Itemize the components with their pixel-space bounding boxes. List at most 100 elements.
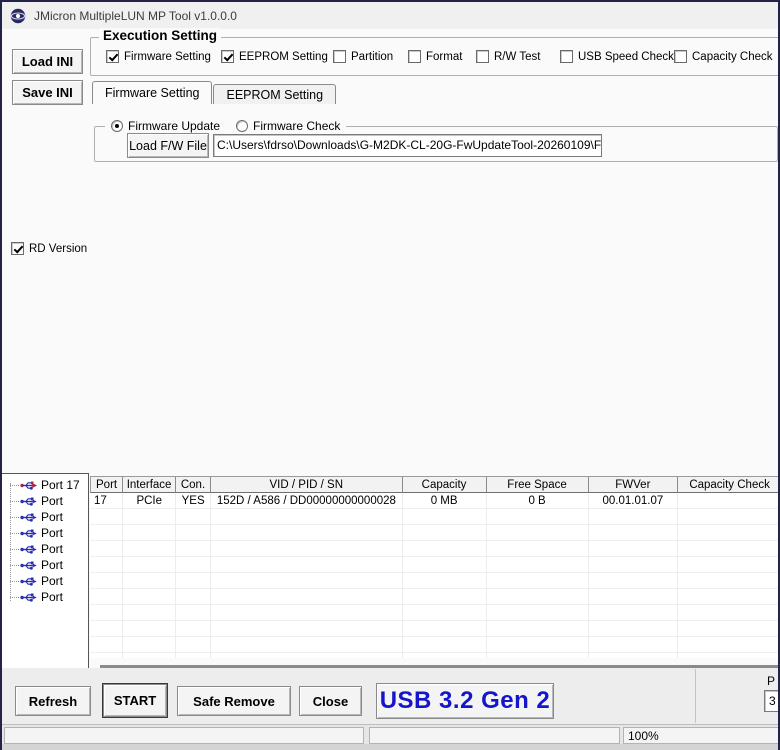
column-header-free-space[interactable]: Free Space xyxy=(487,476,589,493)
checkbox-box[interactable] xyxy=(674,50,687,63)
port-tree-panel: Port 17 Port Port Port Port xyxy=(2,473,89,680)
checkbox-rw-test[interactable]: R/W Test xyxy=(476,50,540,63)
usb-port-icon xyxy=(20,480,38,491)
table-row[interactable]: 17 PCIe YES 152D / A586 / DD000000000000… xyxy=(90,493,780,509)
rd-version-label: RD Version xyxy=(29,243,87,255)
cell-fwver: 00.01.01.07 xyxy=(589,493,679,509)
usb-port-icon xyxy=(20,496,38,507)
footer-divider xyxy=(695,669,696,723)
table-empty-row xyxy=(90,605,780,621)
title-bar: JMicron MultipleLUN MP Tool v1.0.0.0 xyxy=(2,2,780,29)
refresh-button[interactable]: Refresh xyxy=(15,686,91,716)
start-button[interactable]: START xyxy=(103,684,167,717)
column-header-interface[interactable]: Interface xyxy=(123,476,176,493)
checkbox-box[interactable] xyxy=(333,50,346,63)
port-tree-item[interactable]: Port xyxy=(8,557,88,573)
usb-port-icon xyxy=(20,512,38,523)
radio-button[interactable] xyxy=(111,120,123,132)
checkbox-firmware-setting[interactable]: Firmware Setting xyxy=(106,50,211,63)
app-window: JMicron MultipleLUN MP Tool v1.0.0.0 Loa… xyxy=(0,0,780,750)
table-empty-row xyxy=(90,525,780,541)
port-label: Port xyxy=(41,494,63,508)
port-label: Port xyxy=(41,542,63,556)
firmware-update-group: Firmware Update Firmware Check Load F/W … xyxy=(94,126,778,162)
port-tree-item[interactable]: Port 17 xyxy=(8,477,88,493)
checkbox-label: Partition xyxy=(351,51,393,63)
execution-setting-group: Execution Setting Firmware Setting EEPRO… xyxy=(90,37,780,76)
radio-button[interactable] xyxy=(236,120,248,132)
column-header-fwver[interactable]: FWVer xyxy=(589,476,679,493)
load-fw-file-button[interactable]: Load F/W File xyxy=(127,133,209,158)
column-header-con[interactable]: Con. xyxy=(176,476,211,493)
column-header-port[interactable]: Port xyxy=(90,476,123,493)
device-table: Port Interface Con. VID / PID / SN Capac… xyxy=(90,476,780,658)
radio-firmware-check[interactable]: Firmware Check xyxy=(236,119,340,133)
rd-version-checkbox[interactable]: RD Version xyxy=(11,242,87,255)
table-empty-row xyxy=(90,541,780,557)
port-tree-item[interactable]: Port xyxy=(8,589,88,605)
firmware-path-input[interactable]: C:\Users\fdrso\Downloads\G-M2DK-CL-20G-F… xyxy=(213,134,602,157)
status-pane xyxy=(369,727,620,744)
port-label: Port xyxy=(41,590,63,604)
table-empty-row xyxy=(90,509,780,525)
app-logo-icon xyxy=(10,8,26,24)
checkbox-label: Firmware Setting xyxy=(124,51,211,63)
window-bottom-edge xyxy=(2,744,780,750)
checkbox-capacity-check[interactable]: Capacity Check xyxy=(674,50,773,63)
safe-remove-button[interactable]: Safe Remove xyxy=(177,686,291,716)
checkbox-eeprom-setting[interactable]: EEPROM Setting xyxy=(221,50,328,63)
checkbox-label: Format xyxy=(426,51,462,63)
port-tree-item[interactable]: Port xyxy=(8,525,88,541)
load-ini-button[interactable]: Load INI xyxy=(12,49,83,74)
table-empty-row xyxy=(90,621,780,637)
radio-label: Firmware Check xyxy=(253,119,340,133)
cell-con: YES xyxy=(176,493,211,509)
checkbox-box[interactable] xyxy=(408,50,421,63)
usb-port-icon xyxy=(20,560,38,571)
port-label: Port xyxy=(41,574,63,588)
checkbox-label: EEPROM Setting xyxy=(239,51,328,63)
port-label: Port xyxy=(41,510,63,524)
checkbox-label: Capacity Check xyxy=(692,51,773,63)
tab-firmware-setting[interactable]: Firmware Setting xyxy=(92,81,212,104)
save-ini-button[interactable]: Save INI xyxy=(12,80,83,105)
close-button[interactable]: Close xyxy=(299,686,362,716)
radio-firmware-update[interactable]: Firmware Update xyxy=(111,119,220,133)
footer-bar: Refresh START Safe Remove Close USB 3.2 … xyxy=(2,668,780,724)
checkbox-label: R/W Test xyxy=(494,51,540,63)
cell-port: 17 xyxy=(90,493,123,509)
progress-bar xyxy=(4,727,364,744)
port-tree-item[interactable]: Port xyxy=(8,541,88,557)
checkbox-label: USB Speed Check xyxy=(578,51,674,63)
table-empty-row xyxy=(90,557,780,573)
tab-eeprom-setting[interactable]: EEPROM Setting xyxy=(213,84,336,104)
port-count-label: P xyxy=(767,674,775,688)
usb-speed-indicator: USB 3.2 Gen 2 xyxy=(376,683,554,719)
cell-capacity: 0 MB xyxy=(403,493,487,509)
table-empty-row xyxy=(90,573,780,589)
checkbox-format[interactable]: Format xyxy=(408,50,462,63)
column-header-capacity[interactable]: Capacity xyxy=(403,476,487,493)
column-header-vid-pid-sn[interactable]: VID / PID / SN xyxy=(211,476,403,493)
checkbox-box[interactable] xyxy=(106,50,119,63)
port-tree-item[interactable]: Port xyxy=(8,493,88,509)
rd-version-checkbox-box[interactable] xyxy=(11,242,24,255)
usb-port-icon xyxy=(20,528,38,539)
table-empty-row xyxy=(90,653,780,658)
column-header-capacity-check[interactable]: Capacity Check xyxy=(678,476,780,493)
checkbox-partition[interactable]: Partition xyxy=(333,50,393,63)
port-tree-item[interactable]: Port xyxy=(8,573,88,589)
port-tree-item[interactable]: Port xyxy=(8,509,88,525)
port-count-field[interactable]: 3 xyxy=(764,690,780,712)
table-empty-row xyxy=(90,589,780,605)
status-bar: 100% xyxy=(2,724,780,744)
checkbox-usb-speed-check[interactable]: USB Speed Check xyxy=(560,50,674,63)
cell-vid-pid-sn: 152D / A586 / DD00000000000028 xyxy=(211,493,403,509)
cell-free-space: 0 B xyxy=(487,493,589,509)
cell-capacity-check xyxy=(678,493,780,509)
checkbox-box[interactable] xyxy=(476,50,489,63)
table-empty-row xyxy=(90,637,780,653)
usb-port-icon xyxy=(20,576,38,587)
checkbox-box[interactable] xyxy=(221,50,234,63)
checkbox-box[interactable] xyxy=(560,50,573,63)
